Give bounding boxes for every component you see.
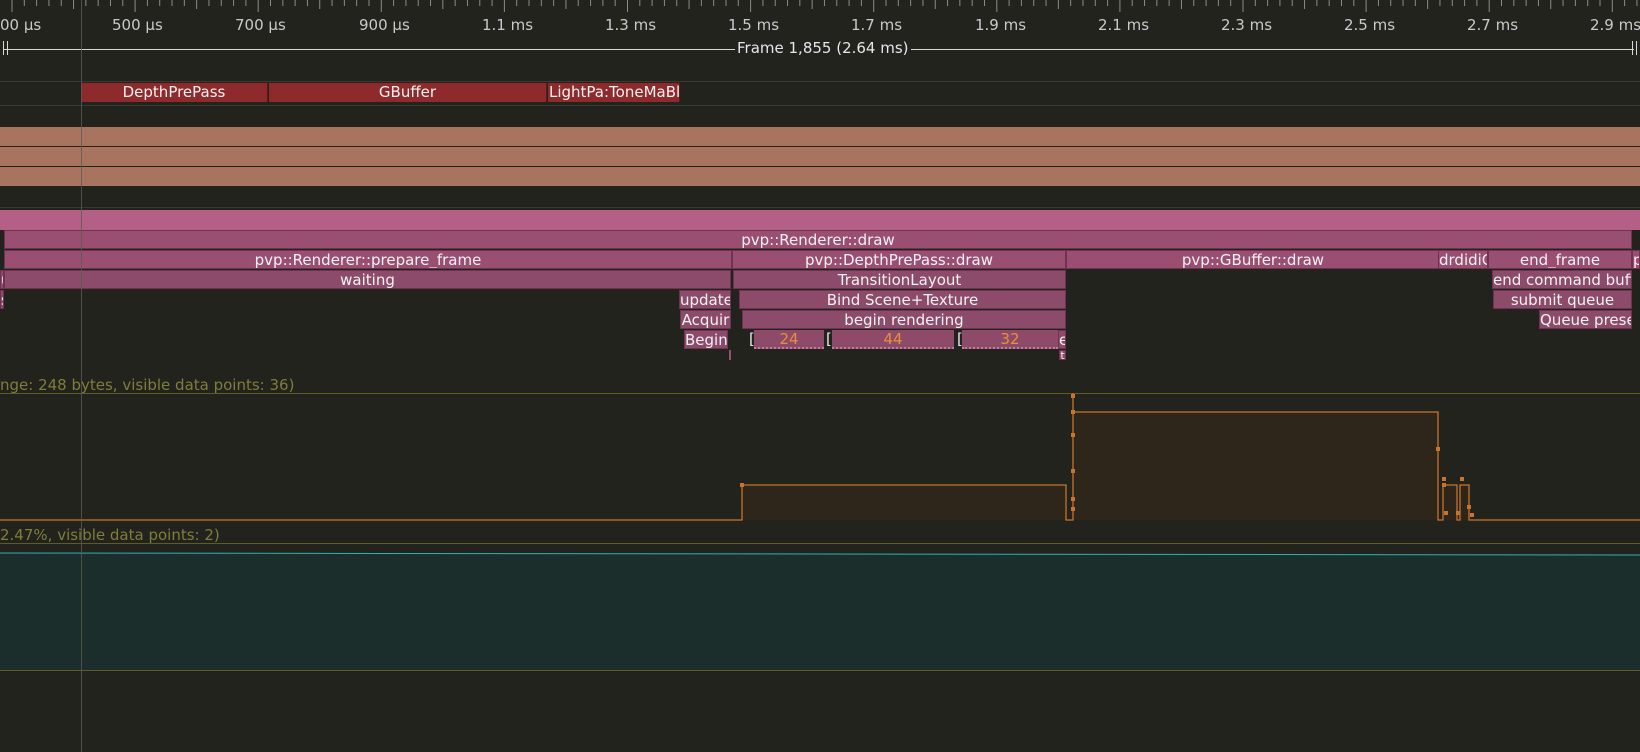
hover-cursor-line	[81, 0, 82, 752]
cpu-zone-gbuffer-tail[interactable]: drdidiC	[1438, 250, 1488, 269]
frame-end-tick	[1632, 41, 1633, 55]
tick-label: 1.5 ms	[728, 16, 780, 34]
cpu-zone-t-tiny[interactable]: t	[1059, 350, 1066, 360]
cpu-usage-plot[interactable]	[0, 544, 1640, 671]
gpu-track: DepthPrePass GBuffer LightPa:ToneMaBl	[0, 83, 1640, 103]
ruler-ticks	[11, 0, 1638, 12]
cpu-zone-renderer-draw[interactable]: pvp::Renderer::draw	[4, 230, 1632, 249]
cpu-zone-acquire[interactable]: Acquir	[680, 310, 731, 329]
tick-label: 2.1 ms	[1098, 16, 1150, 34]
cpu-zone-sliver[interactable]	[729, 350, 731, 360]
tick-label: 00 µs	[0, 16, 42, 34]
cpu-zone-root[interactable]	[0, 210, 1640, 230]
folded-zone-count: 32	[1000, 330, 1020, 348]
frame-label: Frame 1,855 (2.64 ms)	[735, 39, 911, 57]
tick-label: 2.7 ms	[1467, 16, 1519, 34]
cpu-zone-update[interactable]: update	[679, 290, 731, 309]
tick-label: 1.3 ms	[605, 16, 657, 34]
frame-marker[interactable]: Frame 1,855 (2.64 ms)	[0, 38, 1640, 62]
cpu-zone-depthprepass-draw[interactable]: pvp::DepthPrePass::draw	[732, 250, 1066, 269]
frame-end-tick	[1636, 41, 1637, 55]
tick-label: 1.7 ms	[851, 16, 903, 34]
tick-label: 2.3 ms	[1221, 16, 1273, 34]
cpu-zone-gbuffer-draw[interactable]: pvp::GBuffer::draw	[1066, 250, 1440, 269]
memory-plot-label: nge: 248 bytes, visible data points: 36)	[0, 376, 295, 394]
cpu-zone-next[interactable]: p	[1632, 250, 1640, 269]
cpu-zone-transition-layout[interactable]: TransitionLayout	[733, 270, 1066, 289]
cpu-zone-end-command-buffer[interactable]: end command buff	[1492, 270, 1632, 289]
frame-start-tick	[7, 41, 8, 55]
timeline-ruler[interactable]: 00 µs 500 µs 700 µs 900 µs 1.1 ms 1.3 ms…	[0, 0, 1640, 36]
folded-zone-group-24[interactable]: 24	[754, 330, 824, 349]
cpu-zone-left-s[interactable]: s	[0, 290, 4, 309]
tick-label: 500 µs	[112, 16, 163, 34]
tick-label: 2.9 ms	[1590, 16, 1640, 34]
gpu-zone-gbuffer[interactable]: GBuffer	[269, 83, 547, 102]
folded-zone-count: 44	[883, 330, 903, 348]
cpu-zone-queue-present[interactable]: Queue prese	[1539, 310, 1632, 329]
tick-label: 700 µs	[235, 16, 286, 34]
folded-zone-bracket: [	[826, 330, 832, 348]
cpu-zone-begin[interactable]: Begin	[684, 330, 728, 349]
row-separator	[0, 105, 1640, 106]
cpu-zone-begin-rendering[interactable]: begin rendering	[742, 310, 1066, 329]
row-separator	[0, 207, 1640, 208]
plot-bottom-border	[0, 670, 1640, 671]
tick-label: 900 µs	[359, 16, 410, 34]
memory-plot[interactable]	[0, 393, 1640, 523]
gpu-zone-lightpass[interactable]: LightPa:ToneMaBl	[548, 83, 680, 102]
folded-zone-count: 24	[779, 330, 799, 348]
cpu-zone-end-frame[interactable]: end_frame	[1488, 250, 1632, 269]
frame-start-tick	[3, 41, 4, 55]
cpu-usage-plot-label: 2.47%, visible data points: 2)	[0, 526, 220, 544]
tick-label: 1.9 ms	[975, 16, 1027, 34]
row-separator	[0, 81, 1640, 82]
gpu-zone-depthprepass[interactable]: DepthPrePass	[81, 83, 268, 102]
folded-zone-group-44[interactable]: 44	[832, 330, 954, 349]
cpu-zone-waiting[interactable]: waiting	[4, 270, 731, 289]
tick-label: 1.1 ms	[482, 16, 534, 34]
cpu-zone-prepare-frame[interactable]: pvp::Renderer::prepare_frame	[4, 250, 732, 269]
folded-zone-group-32[interactable]: 32	[962, 330, 1058, 349]
thread-lane-bar[interactable]	[0, 127, 1640, 146]
tick-label: 2.5 ms	[1344, 16, 1396, 34]
cpu-zone-end-tiny[interactable]: e	[1058, 330, 1066, 349]
cpu-track: pvp::Renderer::draw pvp::Renderer::prepa…	[0, 210, 1640, 370]
thread-lane-bar[interactable]	[0, 167, 1640, 186]
thread-lane-bar[interactable]	[0, 147, 1640, 166]
cpu-zone-submit-queue[interactable]: submit queue	[1493, 290, 1632, 309]
cpu-zone-bind-scene-texture[interactable]: Bind Scene+Texture	[739, 290, 1066, 309]
